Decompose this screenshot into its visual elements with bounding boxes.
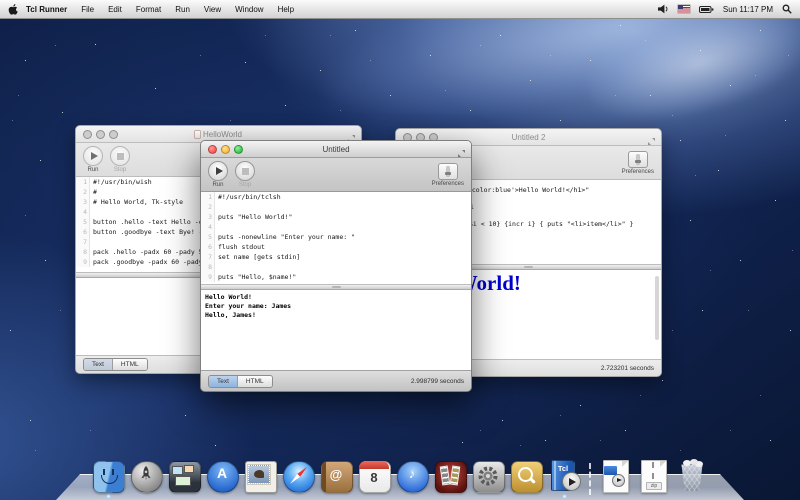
menu-edit[interactable]: Edit — [108, 5, 122, 14]
dock-mission-control-icon[interactable] — [167, 459, 201, 493]
output-mode-segmented-control: Text HTML — [83, 358, 148, 371]
window-title: HelloWorld — [76, 130, 361, 139]
menu-window[interactable]: Window — [235, 5, 263, 14]
running-indicator — [562, 494, 567, 499]
code-line: 4 — [201, 222, 471, 232]
volume-icon[interactable] — [658, 4, 669, 14]
toolbar: Run Stop Preferences — [201, 158, 471, 192]
apple-menu-icon[interactable] — [8, 3, 19, 15]
minimize-button[interactable] — [96, 130, 105, 139]
dock-system-preferences-icon[interactable] — [471, 459, 505, 493]
dock-trash-icon[interactable] — [675, 459, 709, 493]
traffic-lights — [83, 130, 118, 139]
preferences-button[interactable]: Preferences — [432, 163, 464, 187]
code-editor[interactable]: 1#!/usr/bin/tclsh 2 3puts "Hello World!"… — [201, 192, 471, 284]
menu-run[interactable]: Run — [175, 5, 190, 14]
menu-bar: Tcl Runner File Edit Format Run View Win… — [0, 0, 800, 19]
play-icon — [91, 152, 98, 160]
close-button[interactable] — [208, 145, 217, 154]
code-line: 9puts "Hello, $name!" — [201, 272, 471, 282]
output-mode-segmented-control: Text HTML — [208, 375, 273, 388]
output-line: Hello, James! — [205, 311, 467, 320]
preferences-icon — [628, 151, 648, 168]
menu-view[interactable]: View — [204, 5, 221, 14]
preferences-button[interactable]: Preferences — [622, 151, 654, 175]
output-line: Hello World! — [205, 293, 467, 302]
battery-icon[interactable] — [699, 5, 714, 14]
dock: A @ 8 ♪ Tcl zip — [0, 450, 800, 500]
menu-help[interactable]: Help — [278, 5, 294, 14]
document-proxy-icon — [195, 131, 200, 138]
code-line: 3puts "Hello World!" — [201, 212, 471, 222]
code-line: 5puts -nonewline "Enter your name: " — [201, 232, 471, 242]
traffic-lights — [208, 145, 243, 154]
app-menu-title[interactable]: Tcl Runner — [26, 5, 67, 14]
output-line: Enter your name: James — [205, 302, 467, 311]
dock-photo-booth-icon[interactable] — [433, 459, 467, 493]
dock-app-store-icon[interactable]: A — [205, 459, 239, 493]
menu-file[interactable]: File — [81, 5, 94, 14]
spotlight-icon[interactable] — [782, 4, 792, 14]
code-line: 8 — [201, 262, 471, 272]
desktop: Tcl Runner File Edit Format Run View Win… — [0, 0, 800, 500]
output-pane: Hello World! Enter your name: James Hell… — [201, 290, 471, 370]
menu-format[interactable]: Format — [136, 5, 161, 14]
zoom-button[interactable] — [234, 145, 243, 154]
dock-separator — [585, 459, 595, 493]
tab-html[interactable]: HTML — [237, 376, 272, 387]
preferences-icon — [438, 163, 458, 180]
scrollbar[interactable] — [655, 276, 659, 340]
dock-itunes-icon[interactable]: ♪ — [395, 459, 429, 493]
trash-papers — [681, 459, 703, 466]
tab-text[interactable]: Text — [84, 359, 112, 370]
stop-button[interactable]: Stop — [110, 146, 130, 173]
code-line: 7set name [gets stdin] — [201, 252, 471, 262]
zoom-button[interactable] — [109, 130, 118, 139]
stop-button[interactable]: Stop — [235, 161, 255, 188]
dock-safari-icon[interactable] — [281, 459, 315, 493]
dock-finder-icon[interactable] — [91, 459, 125, 493]
play-icon — [216, 167, 223, 175]
dock-tcl-runner-icon[interactable]: Tcl — [547, 459, 581, 493]
run-button[interactable]: Run — [83, 146, 103, 173]
running-indicator — [106, 494, 111, 499]
close-button[interactable] — [83, 130, 92, 139]
play-badge-icon — [612, 474, 625, 487]
dock-search-app-icon[interactable] — [509, 459, 543, 493]
code-line: 6flush stdout — [201, 242, 471, 252]
zip-label: zip — [646, 482, 662, 490]
dock-zip-document-icon[interactable]: zip — [637, 459, 671, 493]
title-bar[interactable]: Untitled — [201, 141, 471, 158]
dock-address-book-icon[interactable]: @ — [319, 459, 353, 493]
dock-tcl-document-icon[interactable] — [599, 459, 633, 493]
window-untitled: Untitled Run Stop Preferences 1#!/usr/bi… — [200, 140, 472, 392]
code-line: 2 — [201, 202, 471, 212]
dock-mail-icon[interactable] — [243, 459, 277, 493]
elapsed-time: 2.723201 seconds — [601, 365, 654, 372]
code-line: 1#!/usr/bin/tclsh — [201, 192, 471, 202]
tab-html[interactable]: HTML — [112, 359, 147, 370]
run-button[interactable]: Run — [208, 161, 228, 188]
dock-calendar-icon[interactable]: 8 — [357, 459, 391, 493]
input-language-flag-icon[interactable] — [678, 5, 690, 13]
menu-clock[interactable]: Sun 11:17 PM — [723, 5, 773, 14]
bottom-bar: Text HTML 2.998799 seconds — [201, 370, 471, 391]
stop-icon — [117, 153, 124, 160]
elapsed-time: 2.998799 seconds — [411, 378, 464, 385]
calendar-day: 8 — [359, 470, 389, 485]
play-badge-icon — [562, 472, 581, 491]
tab-text[interactable]: Text — [209, 376, 237, 387]
minimize-button[interactable] — [221, 145, 230, 154]
stop-icon — [242, 168, 249, 175]
dock-launchpad-icon[interactable] — [129, 459, 163, 493]
